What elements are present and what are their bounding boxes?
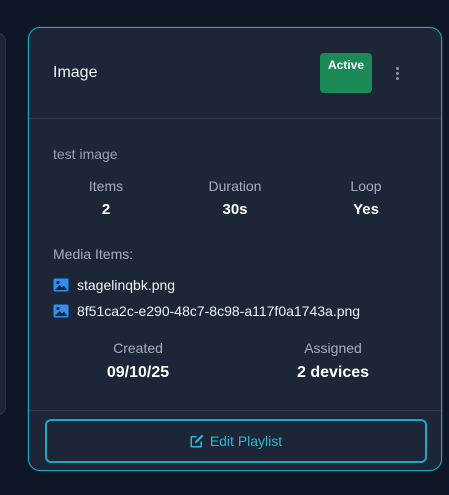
stat-items: Items 2 <box>46 178 166 218</box>
media-item-name: stagelinqbk.png <box>77 277 176 293</box>
card-footer-divider <box>29 410 441 411</box>
meta-created: Created 09/10/25 <box>58 340 218 382</box>
stat-duration-value: 30s <box>222 201 248 218</box>
meta-assigned: Assigned 2 devices <box>253 340 413 382</box>
assigned-value: 2 devices <box>296 364 370 381</box>
list-item: 8f51ca2c-e290-48c7-8c98-a117f0a1743a.png <box>53 298 360 324</box>
stats-row: Items 2 Duration 30s Loop Yes <box>29 178 441 228</box>
meta-row: Created 09/10/25 Assigned 2 devices <box>29 340 441 390</box>
created-label: Created <box>113 340 163 356</box>
stat-loop-label: Loop <box>350 178 382 194</box>
media-items-heading: Media Items: <box>53 246 134 262</box>
card-header: Image Active <box>29 28 441 119</box>
stat-duration: Duration 30s <box>175 178 295 218</box>
card-title: Image <box>53 64 98 81</box>
image-icon <box>53 278 69 292</box>
stat-items-value: 2 <box>101 201 111 218</box>
playlist-description: test image <box>53 146 118 162</box>
assigned-label: Assigned <box>304 340 362 356</box>
adjacent-card <box>0 33 6 415</box>
stat-loop: Loop Yes <box>306 178 426 218</box>
stat-duration-label: Duration <box>208 178 262 194</box>
more-options-icon[interactable] <box>389 64 405 82</box>
list-item: stagelinqbk.png <box>53 272 360 298</box>
stat-items-label: Items <box>88 178 124 194</box>
media-item-name: 8f51ca2c-e290-48c7-8c98-a117f0a1743a.png <box>77 303 361 319</box>
image-icon <box>53 304 69 318</box>
edit-playlist-button[interactable]: Edit Playlist <box>45 419 427 463</box>
status-badge: Active <box>320 53 372 93</box>
stat-loop-value: Yes <box>353 201 379 218</box>
playlist-card: Image Active test image Items 2 Duration… <box>28 27 442 471</box>
edit-icon <box>190 434 204 448</box>
created-value: 09/10/25 <box>106 364 170 381</box>
edit-playlist-label: Edit Playlist <box>209 433 283 449</box>
media-list: stagelinqbk.png 8f51ca2c-e290-48c7-8c98-… <box>53 272 360 324</box>
